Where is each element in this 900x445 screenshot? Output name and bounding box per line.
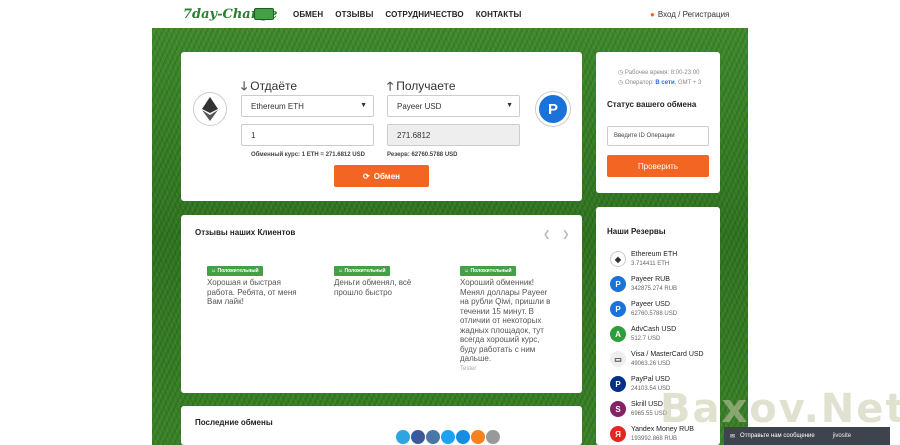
reserve-item: P Payeer USD 62760.5788 USD [607,299,719,321]
facebook-icon[interactable] [411,430,425,444]
exchange-button[interactable]: ⟳ Обмен [334,165,429,187]
caret-down-icon: ▼ [506,102,513,109]
payeer-icon: P [610,301,626,317]
login-link[interactable]: ● Вход / Регистрация [650,10,729,19]
user-icon: ● [650,10,655,19]
chat-widget[interactable]: ✉ Отправьте нам сообщение jivosite [724,427,890,445]
yandex-icon: Я [610,426,626,442]
nav-exchange[interactable]: ОБМЕН [293,10,323,19]
ethereum-icon [193,92,227,126]
exchange-rate: Обменный курс: 1 ETH = 271.6812 USD [251,152,365,158]
reserve-name: PayPal USD [631,376,670,383]
reserve-name: AdvCash USD [631,326,677,333]
reserve-name: Payeer RUB [631,276,670,283]
ethereum-icon: ◆ [610,251,626,267]
nav-contacts[interactable]: КОНТАКТЫ [476,10,522,19]
paypal-icon: P [610,376,626,392]
envelope-icon: ✉ [730,433,736,440]
social-share-bar [396,430,500,444]
reserve-item: P Payeer RUB 342875.274 RUB [607,274,719,296]
arrow-up-icon: 🡑 [387,79,394,93]
review-card: ☺ Положительный Деньги обменял, всё прош… [334,265,429,297]
reserve-info: Резерв: 62760.5788 USD [387,152,458,158]
reserve-amount: 512.7 USD [631,336,661,342]
login-label: Вход / Регистрация [657,10,730,19]
review-author: Tester [460,365,477,372]
reviews-title: Отзывы наших Клиентов [195,228,296,237]
reserve-name: Skrill USD [631,401,663,408]
give-amount-input[interactable]: 1 [241,124,374,146]
vk-icon[interactable] [426,430,440,444]
caret-down-icon: ▼ [360,102,367,109]
telegram-icon[interactable] [396,430,410,444]
order-status-panel: ◷ Рабочее время: 8:00-23:00 ◷ Оператор: … [596,52,720,193]
skrill-icon: S [610,401,626,417]
prev-arrow-icon[interactable]: ❮ [543,229,551,240]
positive-badge: ☺ Положительный [460,266,516,276]
reserve-name: Payeer USD [631,301,670,308]
advcash-icon: A [610,326,626,342]
review-card: ☺ Положительный Хорошая и быстрая работа… [207,265,302,307]
reserve-amount: 193992.868 RUB [631,436,678,442]
operation-id-input[interactable]: Введите ID Операции [607,126,709,146]
status-title: Статус вашего обмена [607,100,697,109]
next-arrow-icon[interactable]: ❯ [562,229,570,240]
reviews-section: Отзывы наших Клиентов ❮ ❯ ☺ Положительны… [181,215,582,393]
review-card: ☺ Положительный Хороший обменник! Менял … [460,265,555,372]
top-navbar: 7day-Change ОБМЕН ОТЗЫВЫ СОТРУДНИЧЕСТВО … [0,0,900,28]
logo-money-icon [254,8,274,20]
reserve-amount: 49063.26 USD [631,361,671,367]
payeer-icon: P [610,276,626,292]
reserve-item: ◆ Ethereum ETH 3.714411 ETH [607,249,719,271]
clock-icon: ◷ [618,70,625,76]
review-text: Хороший обменник! Менял доллары Payeer н… [460,278,551,363]
reserves-title: Наши Резервы [607,227,666,236]
last-exchanges-title: Последние обмены [195,418,273,427]
main-nav: ОБМЕН ОТЗЫВЫ СОТРУДНИЧЕСТВО КОНТАКТЫ [293,10,521,19]
exchange-form: 🡓 Отдаёте 🡑 Получаете Ethereum ETH ▼ Payeer… [181,52,582,201]
reserve-name: Ethereum ETH [631,251,678,258]
reserve-name: Visa / MasterCard USD [631,351,704,358]
review-text: Деньги обменял, всё прошло быстро [334,278,412,297]
last-exchanges-section: Последние обмены [181,406,582,445]
nav-partnership[interactable]: СОТРУДНИЧЕСТВО [385,10,463,19]
nav-reviews[interactable]: ОТЗЫВЫ [335,10,373,19]
watermark: Baxov.Net [660,386,900,432]
payeer-icon: P [536,92,570,126]
twitter-icon[interactable] [441,430,455,444]
get-currency-select[interactable]: Payeer USD ▼ [387,95,520,117]
operator-status: ◷ Оператор: В сети, GMT + 3 [618,80,702,86]
card-icon: ▭ [610,351,626,367]
positive-badge: ☺ Положительный [334,266,390,276]
refresh-icon: ⟳ [363,171,370,181]
reserve-amount: 62760.5788 USD [631,311,678,317]
mail-icon[interactable] [456,430,470,444]
reserve-amount: 3.714411 ETH [631,261,670,267]
check-button[interactable]: Проверить [607,155,709,177]
odnoklassniki-icon[interactable] [471,430,485,444]
reserve-item: ▭ Visa / MasterCard USD 49063.26 USD [607,349,719,371]
give-currency-select[interactable]: Ethereum ETH ▼ [241,95,374,117]
arrow-down-icon: 🡓 [241,79,248,93]
reserve-item: A AdvCash USD 512.7 USD [607,324,719,346]
review-text: Хорошая и быстрая работа. Ребята, от мен… [207,278,297,306]
work-time: ◷ Рабочее время: 8:00-23:00 [618,70,700,76]
clock-icon: ◷ [618,80,625,86]
get-amount-input[interactable]: 271.6812 [387,124,520,146]
more-icon[interactable] [486,430,500,444]
positive-badge: ☺ Положительный [207,266,263,276]
reserve-amount: 342875.274 RUB [631,286,678,292]
